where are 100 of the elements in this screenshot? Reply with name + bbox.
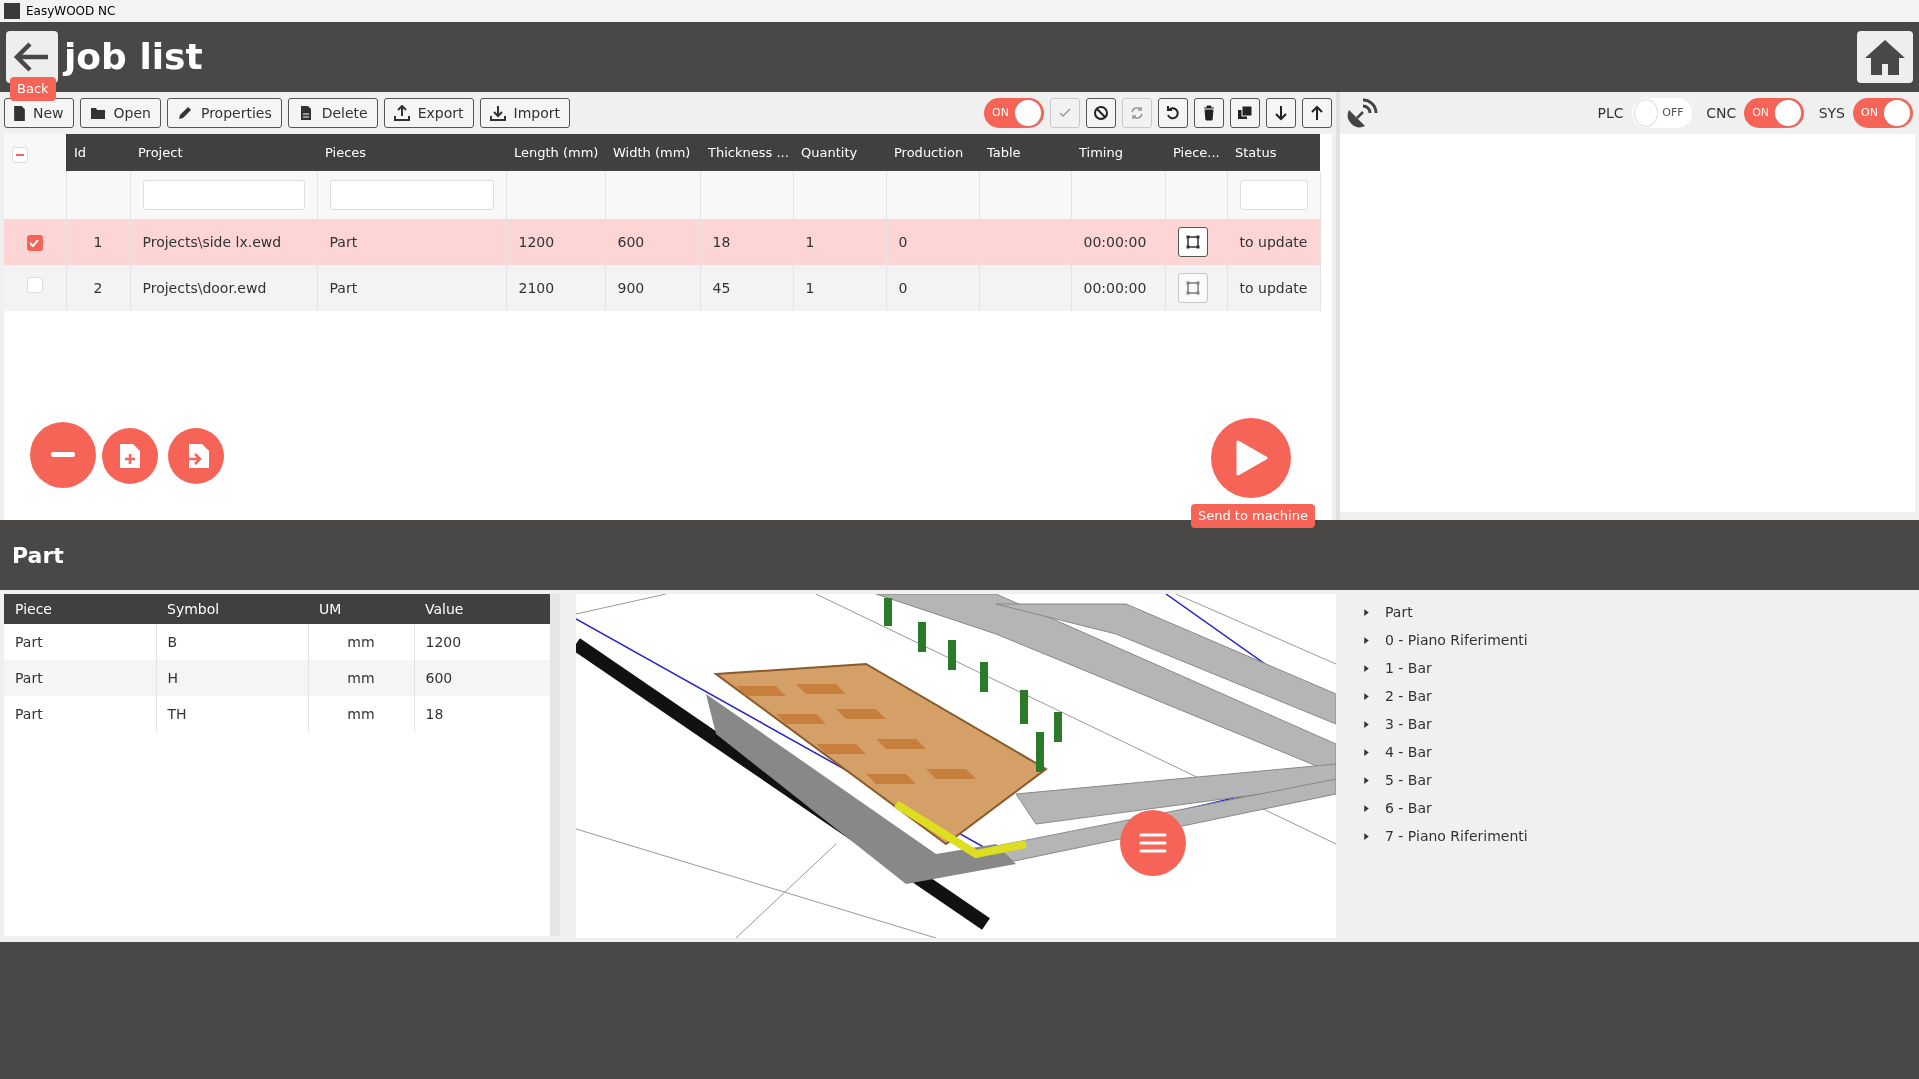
table-cell: 900 [617, 279, 645, 296]
table-cell: 2100 [518, 279, 555, 296]
filter-field[interactable] [142, 180, 305, 210]
toolbar-icon-button[interactable] [1194, 98, 1224, 128]
table-cell: 1200 [518, 233, 555, 250]
column-header[interactable]: Table [979, 134, 1071, 171]
status-label: SYS [1818, 103, 1845, 123]
home-button[interactable] [1857, 31, 1913, 83]
tree-item[interactable]: 3 - Bar [1362, 710, 1528, 738]
table-cell: Part [329, 279, 358, 296]
send-to-machine-tooltip: Send to machine [1191, 504, 1315, 528]
play-icon [1234, 439, 1268, 477]
menu-icon [1139, 832, 1167, 854]
minus-icon [51, 452, 75, 458]
column-header[interactable]: Quantity [793, 134, 886, 171]
filter-field[interactable] [1239, 180, 1308, 210]
table-cell: 0 [898, 233, 908, 250]
page-title: job list [64, 35, 203, 79]
upload-icon [393, 105, 410, 121]
download-icon [489, 105, 506, 121]
toolbar-icon-button[interactable] [1266, 98, 1296, 128]
table-cell: 0 [898, 279, 908, 296]
table-cell: TH [167, 705, 187, 722]
column-header[interactable]: Id [66, 134, 130, 171]
tree-item[interactable]: 2 - Bar [1362, 682, 1528, 710]
toolbar-button[interactable]: Export [383, 98, 474, 128]
tree-item[interactable]: 5 - Bar [1362, 766, 1528, 794]
tree-item[interactable]: 6 - Bar [1362, 794, 1528, 822]
table-cell: to update [1239, 279, 1308, 296]
column-header[interactable]: Value [414, 594, 550, 624]
column-header[interactable]: Symbol [156, 594, 308, 624]
table-cell: mm [347, 669, 375, 686]
tree-item[interactable]: Part [1362, 598, 1528, 626]
table-cell: H [167, 669, 179, 686]
arrow-up-icon [1309, 105, 1325, 121]
toolbar-icon-button[interactable] [1086, 98, 1116, 128]
column-header[interactable]: Production [886, 134, 979, 171]
table-cell: 00:00:00 [1083, 233, 1147, 250]
column-header[interactable]: Thickness ... [700, 134, 793, 171]
minus-icon [16, 154, 24, 156]
caret-icon [1362, 635, 1371, 645]
column-header[interactable]: Piece [4, 594, 156, 624]
pencil-icon [176, 105, 193, 121]
caret-icon [1362, 719, 1371, 729]
column-header[interactable]: Status [1227, 134, 1320, 171]
caret-icon [1362, 831, 1371, 841]
frame-icon [1184, 234, 1201, 250]
app-logo-icon [4, 3, 20, 19]
new-button[interactable]: New [4, 98, 74, 128]
column-header[interactable]: Project [130, 134, 317, 171]
copy-icon [1237, 105, 1253, 121]
table-cell: Part [15, 705, 43, 722]
tree-item[interactable]: 4 - Bar [1362, 738, 1528, 766]
back-button[interactable] [6, 31, 58, 83]
toolbar-button[interactable]: Import [479, 98, 570, 128]
tree-item[interactable]: 7 - Piano Riferimenti [1362, 822, 1528, 850]
caret-icon [1362, 803, 1371, 813]
toolbar-icon-button[interactable] [1158, 98, 1188, 128]
toolbar-button[interactable]: Open [79, 98, 161, 128]
tree-item[interactable]: 0 - Piano Riferimenti [1362, 626, 1528, 654]
status-toggle[interactable]: OFF [1631, 98, 1692, 128]
column-header[interactable]: UM [308, 594, 414, 624]
table-cell: 1 [93, 233, 103, 250]
table-cell: Part [15, 633, 43, 650]
column-header[interactable]: Piece... [1165, 134, 1227, 171]
table-cell: 600 [425, 669, 453, 686]
caret-icon [1362, 775, 1371, 785]
table-cell: 1 [805, 233, 815, 250]
row-checkbox[interactable] [26, 235, 43, 251]
trash-icon [1201, 105, 1217, 121]
menu-button[interactable] [1120, 810, 1186, 876]
caret-icon [1362, 663, 1371, 673]
table-cell: mm [347, 633, 375, 650]
satellite-dish-icon [1346, 98, 1378, 128]
ban-icon [1093, 105, 1109, 121]
table-cell: 45 [712, 279, 731, 296]
table-cell: 00:00:00 [1083, 279, 1147, 296]
tree-item[interactable]: 1 - Bar [1362, 654, 1528, 682]
column-header[interactable]: Length (mm) [506, 134, 605, 171]
status-label: PLC [1597, 103, 1624, 123]
back-tooltip: Back [10, 77, 56, 101]
row-checkbox[interactable] [26, 277, 43, 293]
file-icon [14, 105, 25, 121]
toolbar-button[interactable]: Delete [287, 98, 378, 128]
column-header[interactable]: Pieces [317, 134, 506, 171]
piece-button[interactable] [1177, 227, 1208, 257]
table-cell: 600 [617, 233, 645, 250]
table-cell: 1200 [425, 633, 462, 650]
refresh-icon [1129, 105, 1145, 121]
table-cell: 18 [425, 705, 444, 722]
toolbar-button[interactable]: Properties [166, 98, 282, 128]
filter-field[interactable] [329, 180, 494, 210]
toolbar-icon-button[interactable] [1230, 98, 1260, 128]
column-header[interactable]: Timing [1071, 134, 1165, 171]
table-cell: B [167, 633, 178, 650]
toolbar-icon-button[interactable] [1302, 98, 1332, 128]
column-header[interactable]: Width (mm) [605, 134, 700, 171]
header-checkbox[interactable] [12, 147, 28, 163]
table-cell: 2 [93, 279, 103, 296]
caret-icon [1362, 747, 1371, 757]
